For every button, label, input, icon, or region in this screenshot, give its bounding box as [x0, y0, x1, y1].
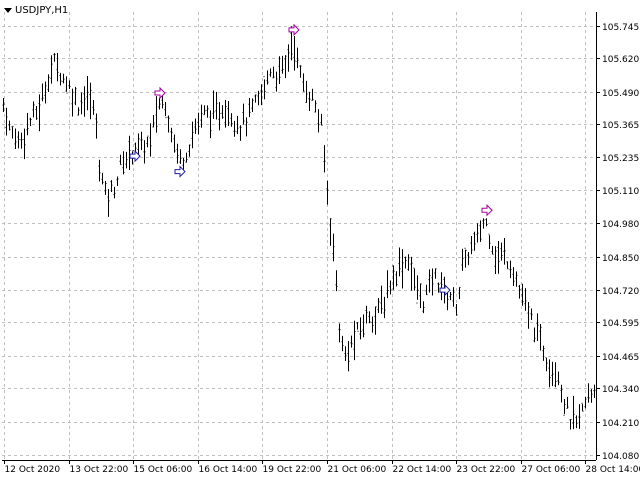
price-tick-label: 105.745	[602, 23, 639, 33]
price-tick-label: 104.850	[602, 254, 639, 264]
price-tick-label: 104.720	[602, 287, 639, 297]
price-tick-label: 104.210	[602, 419, 639, 429]
sell-signal-arrow-icon[interactable]	[481, 204, 493, 217]
dropdown-arrow-icon[interactable]	[4, 7, 12, 13]
time-tick-label: 22 Oct 14:00	[393, 465, 452, 475]
chart-window[interactable]: 105.745 105.620 105.490 105.365 105.235 105.1…	[0, 0, 640, 480]
time-tick-label: 28 Oct 14:00	[586, 465, 640, 475]
price-tick-label: 105.620	[602, 55, 639, 65]
price-tick-label: 104.595	[602, 319, 639, 329]
price-bars	[2, 26, 596, 430]
time-tick-label: 19 Oct 22:00	[263, 465, 322, 475]
time-tick-label: 16 Oct 14:00	[199, 465, 258, 475]
price-tick-label: 104.980	[602, 220, 639, 230]
chart-title-bar[interactable]: USDJPY,H1	[4, 2, 68, 18]
price-tick-label: 105.490	[602, 89, 639, 99]
price-chart[interactable]: 105.745 105.620 105.490 105.365 105.235 105.1…	[0, 0, 640, 480]
time-tick-label: 27 Oct 06:00	[522, 465, 581, 475]
time-scale[interactable]: 12 Oct 2020 13 Oct 22:00 15 Oct 06:00 16 Oc…	[5, 465, 640, 475]
price-tick-label: 105.110	[602, 187, 639, 197]
price-tick-label: 104.080	[602, 452, 639, 462]
time-tick-label: 21 Oct 06:00	[328, 465, 387, 475]
price-tick-label: 104.340	[602, 385, 639, 395]
time-tick-label: 23 Oct 22:00	[457, 465, 516, 475]
grid	[2, 12, 596, 460]
axes	[2, 12, 600, 464]
chart-title: USDJPY,H1	[15, 4, 69, 16]
price-tick-label: 105.365	[602, 121, 639, 131]
time-tick-label: 15 Oct 06:00	[134, 465, 193, 475]
time-tick-label: 13 Oct 22:00	[70, 465, 129, 475]
price-tick-label: 104.465	[602, 353, 639, 363]
price-tick-label: 105.235	[602, 154, 639, 164]
time-tick-label: 12 Oct 2020	[5, 465, 61, 475]
price-scale[interactable]: 105.745 105.620 105.490 105.365 105.235 105.1…	[602, 23, 639, 462]
